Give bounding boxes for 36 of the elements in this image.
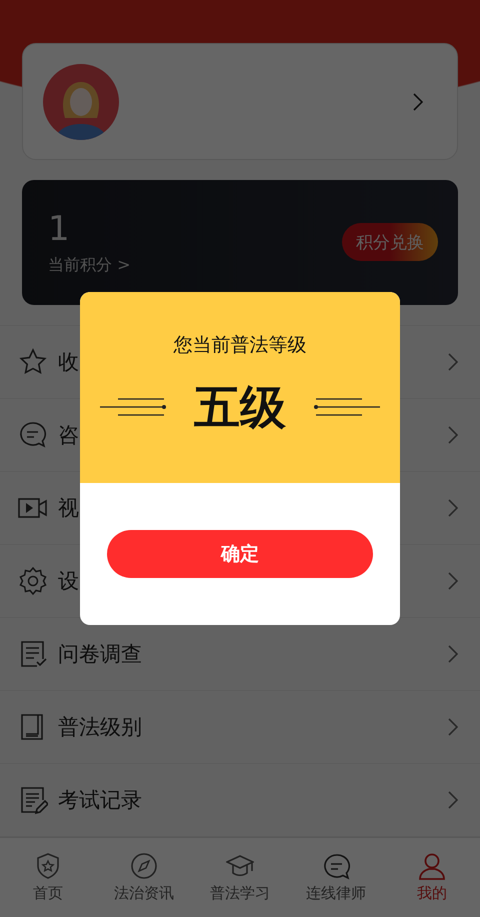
chevron-icon (448, 572, 458, 590)
checklist-icon (18, 638, 48, 669)
settings-icon (18, 566, 48, 596)
chevron-icon (448, 352, 458, 371)
compass-icon (130, 852, 158, 880)
tab[interactable]: 法治资讯 (96, 838, 192, 917)
dialog-title: 您当前普法等级 (174, 333, 306, 358)
menu-label[interactable]: 考试记录 (58, 786, 142, 814)
chevron-icon (448, 790, 458, 809)
tab[interactable]: 普法学习 (192, 838, 288, 917)
tab[interactable]: 我的 (384, 838, 480, 917)
chevron-icon (413, 92, 423, 110)
menu-label[interactable]: 收 (58, 348, 79, 376)
profile-card[interactable] (22, 43, 458, 160)
document-pencil-icon (18, 784, 48, 815)
menu-label[interactable]: 视 (58, 494, 79, 522)
chevron-icon (448, 498, 458, 517)
chevron-icon (448, 426, 458, 444)
person-icon (418, 852, 446, 880)
star-icon (18, 346, 48, 377)
confirm-button[interactable]: 确定 (107, 530, 373, 578)
chat-bubble-icon (18, 420, 48, 450)
points-value: 1 (48, 208, 71, 249)
menu-label[interactable]: 设 (58, 566, 79, 595)
exchange-button[interactable]: 积分兑换 (342, 223, 438, 262)
tab[interactable]: 连线律师 (288, 838, 384, 917)
menu-label[interactable]: 咨 (58, 420, 79, 449)
tab[interactable]: 首页 (0, 838, 96, 917)
chevron-icon (448, 718, 458, 736)
level-value: 五级 (194, 384, 286, 430)
points-link[interactable]: 当前积分 > (48, 254, 130, 276)
menu-label[interactable]: 普法级别 (58, 712, 142, 741)
menu-label[interactable]: 问卷调查 (58, 640, 142, 668)
chat-bubble-icon (322, 852, 350, 880)
chevron-icon (448, 644, 458, 663)
shield-star-icon (34, 852, 62, 880)
